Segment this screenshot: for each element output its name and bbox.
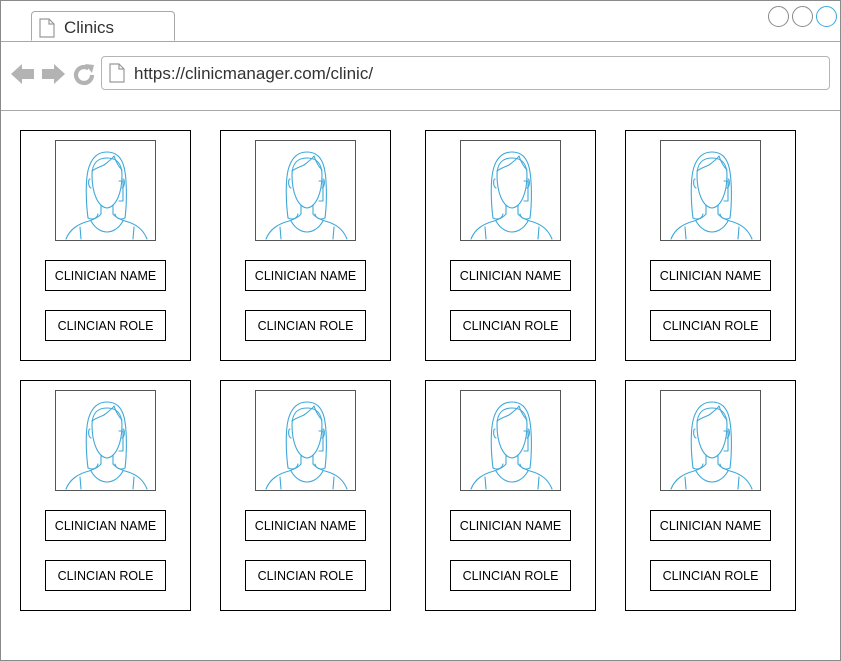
clinician-name[interactable]: CLINICIAN NAME <box>450 510 571 541</box>
browser-tab[interactable]: Clinics <box>31 11 175 41</box>
browser-toolbar: https://clinicmanager.com/clinic/ <box>1 42 840 111</box>
clinician-role[interactable]: CLINCIAN ROLE <box>450 560 571 591</box>
clinician-name[interactable]: CLINICIAN NAME <box>45 260 166 291</box>
clinician-card[interactable]: CLINICIAN NAME CLINCIAN ROLE <box>20 380 191 611</box>
clinician-role[interactable]: CLINCIAN ROLE <box>650 560 771 591</box>
document-icon <box>109 63 125 88</box>
tab-title: Clinics <box>64 18 115 37</box>
clinician-card[interactable]: CLINICIAN NAME CLINCIAN ROLE <box>425 380 596 611</box>
clinician-role[interactable]: CLINCIAN ROLE <box>245 560 366 591</box>
female-avatar-icon <box>255 140 356 241</box>
window-controls <box>768 6 837 27</box>
clinician-name[interactable]: CLINICIAN NAME <box>650 260 771 291</box>
female-avatar-icon <box>55 390 156 491</box>
female-avatar-icon <box>660 140 761 241</box>
clinician-card[interactable]: CLINICIAN NAME CLINCIAN ROLE <box>425 130 596 361</box>
clinician-role[interactable]: CLINCIAN ROLE <box>245 310 366 341</box>
reload-icon[interactable] <box>72 63 96 92</box>
clinician-role[interactable]: CLINCIAN ROLE <box>450 310 571 341</box>
female-avatar-icon <box>55 140 156 241</box>
female-avatar-icon <box>660 390 761 491</box>
clinician-card[interactable]: CLINICIAN NAME CLINCIAN ROLE <box>625 380 796 611</box>
url-text: https://clinicmanager.com/clinic/ <box>134 64 374 83</box>
clinician-card[interactable]: CLINICIAN NAME CLINCIAN ROLE <box>625 130 796 361</box>
clinician-role[interactable]: CLINCIAN ROLE <box>45 310 166 341</box>
clinician-card[interactable]: CLINICIAN NAME CLINCIAN ROLE <box>220 380 391 611</box>
clinician-role[interactable]: CLINCIAN ROLE <box>45 560 166 591</box>
female-avatar-icon <box>460 390 561 491</box>
forward-arrow-icon[interactable] <box>41 63 65 90</box>
tab-strip: Clinics <box>1 1 840 42</box>
address-bar[interactable]: https://clinicmanager.com/clinic/ <box>101 56 830 90</box>
clinician-card[interactable]: CLINICIAN NAME CLINCIAN ROLE <box>20 130 191 361</box>
female-avatar-icon <box>460 140 561 241</box>
close-button[interactable] <box>816 6 837 27</box>
browser-window: Clinics https://clinicmanager.com/clinic… <box>0 0 841 661</box>
minimize-button[interactable] <box>768 6 789 27</box>
clinician-name[interactable]: CLINICIAN NAME <box>45 510 166 541</box>
clinician-name[interactable]: CLINICIAN NAME <box>245 510 366 541</box>
clinician-name[interactable]: CLINICIAN NAME <box>245 260 366 291</box>
clinician-role[interactable]: CLINCIAN ROLE <box>650 310 771 341</box>
clinician-name[interactable]: CLINICIAN NAME <box>650 510 771 541</box>
back-arrow-icon[interactable] <box>11 63 35 90</box>
maximize-button[interactable] <box>792 6 813 27</box>
female-avatar-icon <box>255 390 356 491</box>
document-icon <box>39 18 55 43</box>
clinician-card[interactable]: CLINICIAN NAME CLINCIAN ROLE <box>220 130 391 361</box>
clinician-name[interactable]: CLINICIAN NAME <box>450 260 571 291</box>
